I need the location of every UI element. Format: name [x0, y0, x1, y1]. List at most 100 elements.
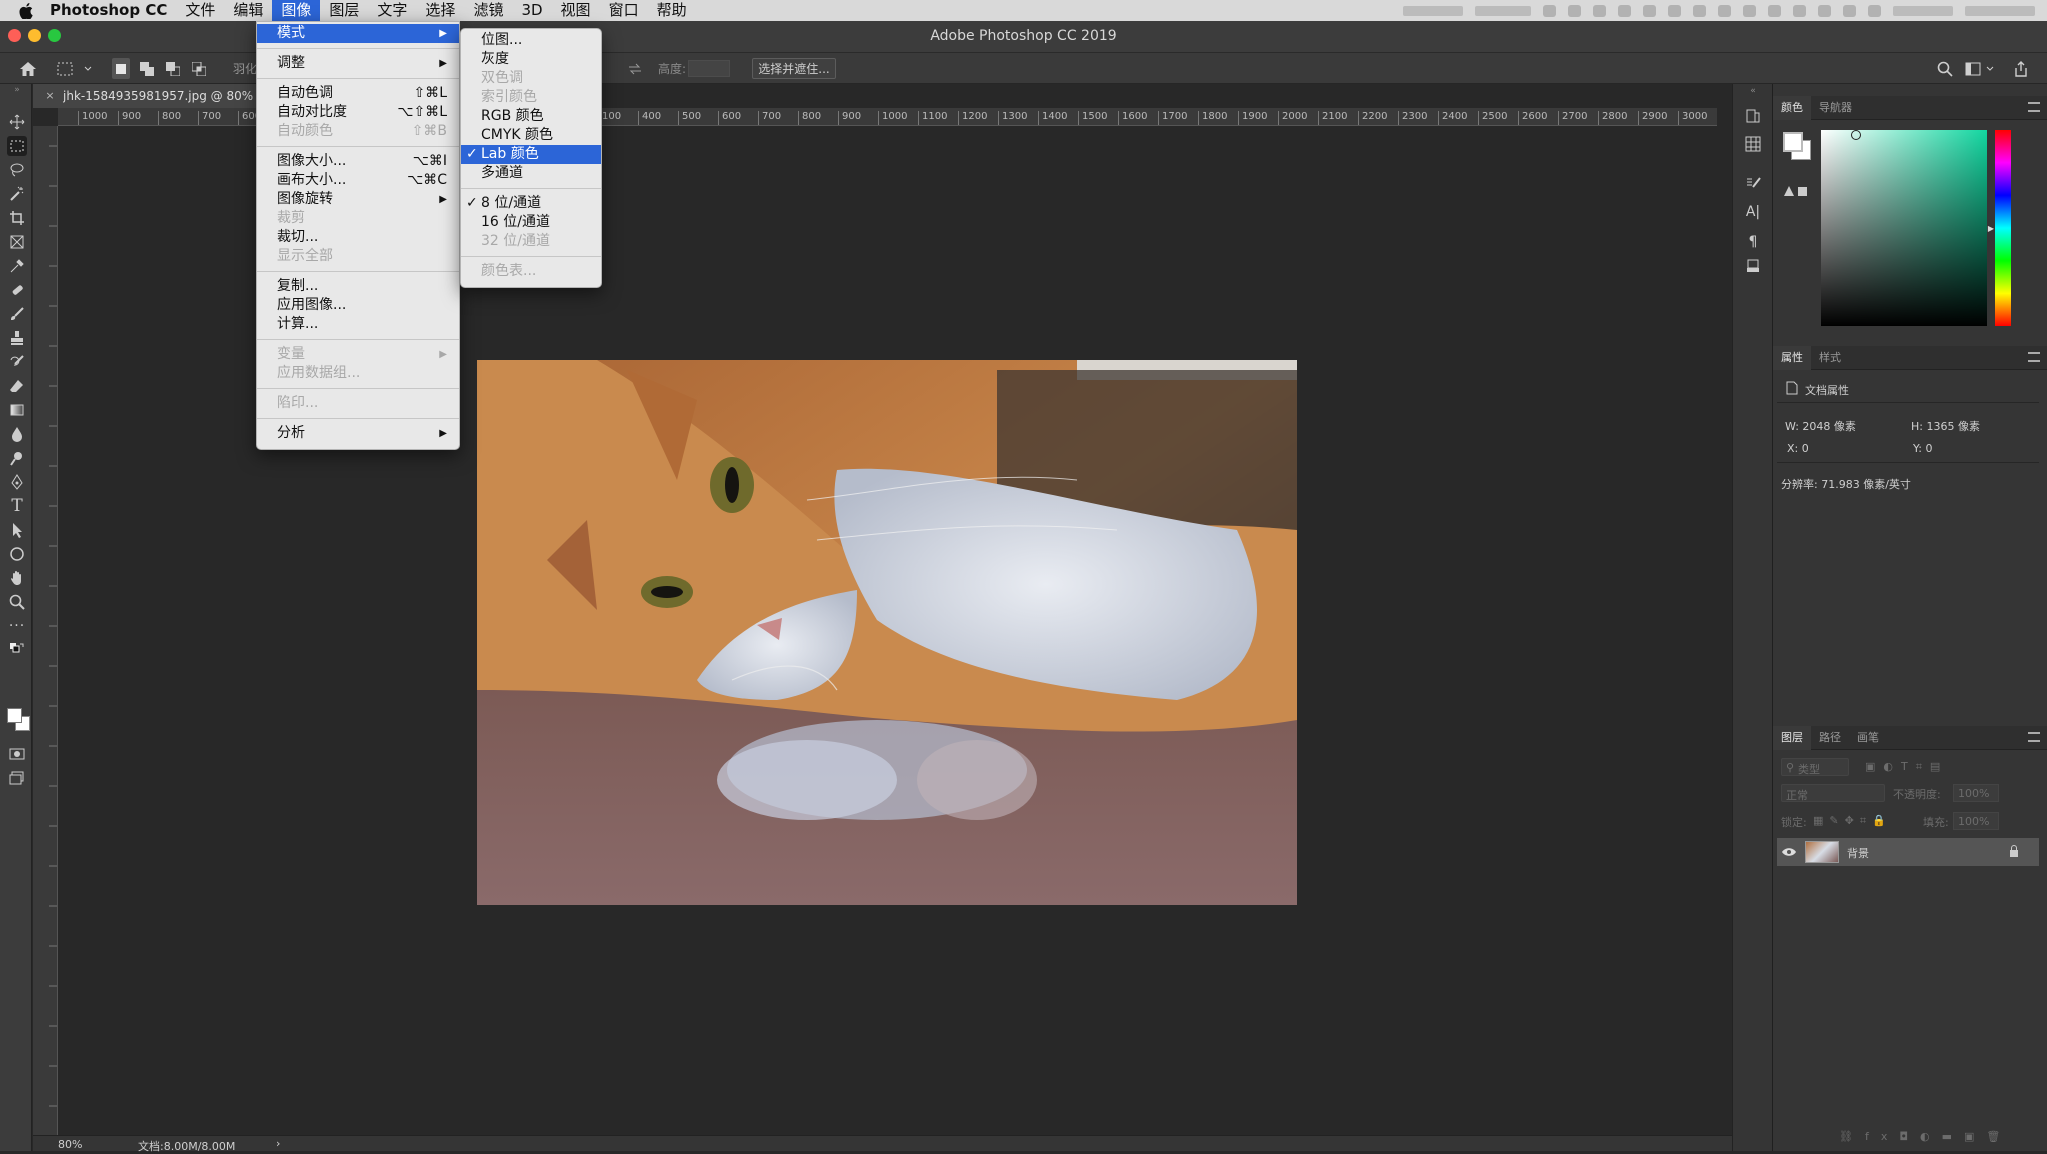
eraser-tool-icon[interactable] — [7, 376, 27, 396]
character-panel-icon[interactable]: A| — [1743, 202, 1763, 222]
hue-slider[interactable] — [1995, 130, 2011, 326]
menu-select[interactable]: 选择 — [416, 0, 464, 21]
hand-tool-icon[interactable] — [7, 568, 27, 588]
workspace-switcher-icon[interactable] — [1964, 58, 1998, 79]
glyphs-panel-icon[interactable] — [1743, 256, 1763, 276]
panel-menu-icon[interactable] — [2028, 732, 2040, 742]
menu-item-mode[interactable]: 模式 ▶ — [257, 24, 459, 43]
default-colors-icon[interactable] — [7, 640, 27, 660]
eye-icon[interactable] — [1781, 844, 1797, 860]
frame-tool-icon[interactable] — [7, 232, 27, 252]
height-field[interactable] — [688, 60, 730, 77]
move-tool-icon[interactable] — [7, 112, 27, 132]
collapse-panels-icon[interactable]: « — [1741, 86, 1765, 96]
doc-width[interactable]: W: 2048 像素 — [1785, 418, 1856, 434]
status-icon[interactable] — [1843, 4, 1856, 17]
brush-settings-panel-icon[interactable] — [1743, 174, 1763, 194]
status-icon[interactable] — [1793, 4, 1806, 17]
menu-window[interactable]: 窗口 — [600, 0, 648, 21]
status-icon[interactable] — [1768, 4, 1781, 17]
document-tab[interactable]: × jhk-1584935981957.jpg @ 80% — [33, 84, 258, 108]
menu-file[interactable]: 文件 — [176, 0, 224, 21]
subtract-selection-icon[interactable] — [164, 58, 182, 79]
crop-tool-icon[interactable] — [7, 208, 27, 228]
share-icon[interactable] — [2010, 58, 2032, 79]
zoom-tool-icon[interactable] — [7, 592, 27, 612]
tab-brushes[interactable]: 画笔 — [1849, 726, 1887, 750]
intersect-selection-icon[interactable] — [190, 58, 208, 79]
collapse-toolbar-icon[interactable]: » — [7, 84, 27, 96]
layer-row-background[interactable]: 背景 — [1777, 838, 2039, 866]
tab-navigator[interactable]: 导航器 — [1811, 96, 1860, 120]
tab-layers[interactable]: 图层 — [1773, 725, 1811, 750]
menu-item-calculations[interactable]: 计算... — [257, 315, 459, 334]
blur-tool-icon[interactable] — [7, 424, 27, 444]
search-icon[interactable] — [1934, 58, 1956, 79]
panel-menu-icon[interactable] — [2028, 352, 2040, 362]
menu-item-auto-contrast[interactable]: 自动对比度 ⌥⇧⌘L — [257, 103, 459, 122]
menu-item-trim[interactable]: 裁切... — [257, 228, 459, 247]
vertical-ruler[interactable] — [33, 126, 58, 1135]
status-icon[interactable] — [1693, 4, 1706, 17]
close-document-icon[interactable]: × — [45, 89, 55, 102]
fill-field[interactable]: 100% — [1953, 812, 1999, 830]
paragraph-panel-icon[interactable]: ¶ — [1743, 232, 1763, 252]
menu-edit[interactable]: 编辑 — [224, 0, 272, 21]
menu-item-lab-color[interactable]: ✓ Lab 颜色 — [461, 145, 601, 164]
status-icon[interactable] — [1718, 4, 1731, 17]
menu-item-apply-image[interactable]: 应用图像... — [257, 296, 459, 315]
foreground-background-swatch[interactable] — [5, 704, 33, 732]
tab-paths[interactable]: 路径 — [1811, 726, 1849, 750]
menu-help[interactable]: 帮助 — [648, 0, 696, 21]
clone-stamp-tool-icon[interactable] — [7, 328, 27, 348]
ellipse-tool-icon[interactable] — [7, 544, 27, 564]
apple-icon[interactable] — [16, 0, 36, 21]
screen-mode-icon[interactable] — [7, 768, 27, 788]
document-image-cat[interactable] — [477, 360, 1297, 905]
status-icon[interactable] — [1868, 4, 1881, 17]
menu-item-rgb-color[interactable]: RGB 颜色 — [461, 107, 601, 126]
menu-view[interactable]: 视图 — [552, 0, 600, 21]
doc-y[interactable]: Y: 0 — [1913, 442, 1932, 455]
menu-item-multichannel[interactable]: 多通道 — [461, 164, 601, 183]
layer-filter-icons[interactable]: ▣◐T⌗▤ — [1865, 760, 1948, 774]
menu-item-canvas-size[interactable]: 画布大小... ⌥⌘C — [257, 171, 459, 190]
healing-brush-tool-icon[interactable] — [7, 280, 27, 300]
hue-slider-handle[interactable]: ▶ — [1987, 224, 1995, 233]
menu-item-auto-tone[interactable]: 自动色调 ⇧⌘L — [257, 84, 459, 103]
brush-tool-icon[interactable] — [7, 304, 27, 324]
layers-panel-footer-icons[interactable]: ⛓fx◘◐▬▣🗑 — [1839, 1130, 2012, 1143]
menu-item-adjustments[interactable]: 调整 ▶ — [257, 54, 459, 73]
menu-app-name[interactable]: Photoshop CC — [46, 0, 176, 21]
dodge-tool-icon[interactable] — [7, 448, 27, 468]
menu-image[interactable]: 图像 — [272, 0, 321, 21]
layer-filter-select[interactable]: ⚲ 类型 — [1781, 758, 1849, 776]
fg-bg-color-swatches[interactable] — [1783, 132, 1813, 162]
menu-filter[interactable]: 滤镜 — [464, 0, 512, 21]
lasso-tool-icon[interactable] — [7, 160, 27, 180]
lock-icons[interactable]: ▦✎✥⌗🔒 — [1813, 814, 1892, 828]
menu-item-image-size[interactable]: 图像大小... ⌥⌘I — [257, 152, 459, 171]
status-info-arrow[interactable]: › — [276, 1137, 280, 1150]
select-and-mask-button[interactable]: 选择并遮住... — [752, 58, 836, 79]
status-icon[interactable] — [1568, 4, 1581, 17]
magic-wand-tool-icon[interactable] — [7, 184, 27, 204]
marquee-preset-picker[interactable] — [54, 58, 96, 79]
home-icon[interactable] — [16, 58, 40, 79]
rectangular-marquee-tool-icon[interactable] — [7, 136, 27, 156]
more-tools-icon[interactable]: ··· — [7, 616, 27, 636]
libraries-panel-icon[interactable] — [1743, 134, 1763, 154]
new-selection-icon[interactable] — [112, 58, 130, 79]
menu-item-duplicate[interactable]: 复制... — [257, 277, 459, 296]
swap-dimensions-icon[interactable] — [625, 58, 645, 79]
doc-x[interactable]: X: 0 — [1787, 442, 1809, 455]
menu-item-analysis[interactable]: 分析 ▶ — [257, 424, 459, 443]
gradient-tool-icon[interactable] — [7, 400, 27, 420]
tab-styles[interactable]: 样式 — [1811, 346, 1849, 370]
status-icon[interactable] — [1618, 4, 1631, 17]
menu-item-16-bit[interactable]: 16 位/通道 — [461, 213, 601, 232]
status-icon[interactable] — [1743, 4, 1756, 17]
type-tool-icon[interactable]: T — [7, 496, 27, 516]
status-icon[interactable] — [1593, 4, 1606, 17]
zoom-level[interactable]: 80% — [58, 1138, 82, 1151]
